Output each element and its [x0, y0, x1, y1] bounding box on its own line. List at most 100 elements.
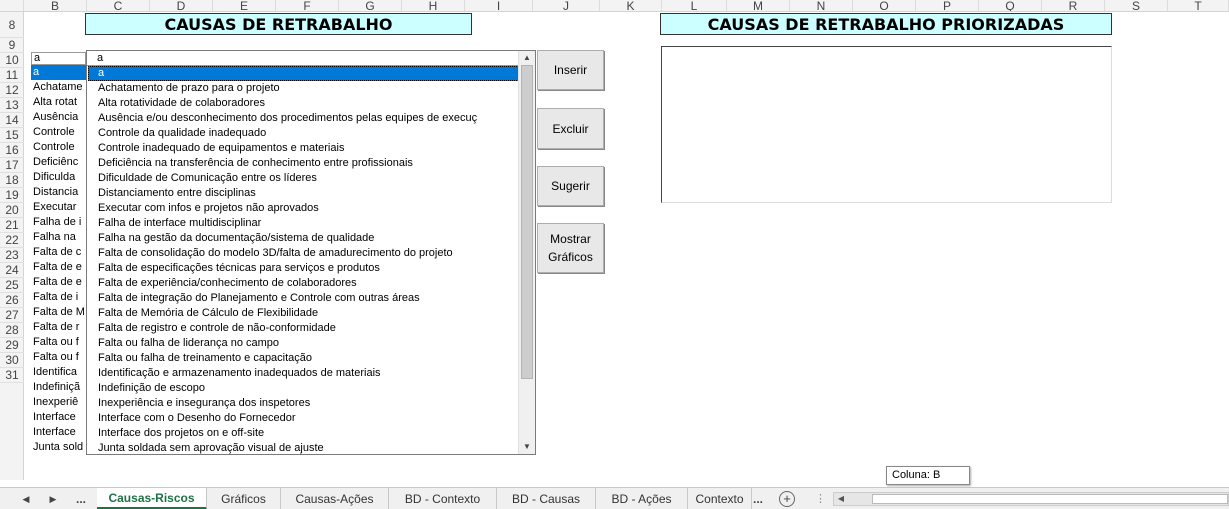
listbox-item[interactable]: Achatamento de prazo para o projeto: [88, 81, 519, 96]
column-b-cell[interactable]: Distancia: [31, 185, 86, 200]
listbox-item[interactable]: Interface dos projetos on e off-site: [88, 426, 519, 441]
listbox-item[interactable]: Identificação e armazenamento inadequado…: [88, 366, 519, 381]
select-all-corner[interactable]: [0, 0, 24, 11]
row-header-11[interactable]: 11: [0, 68, 24, 83]
prioritized-listbox[interactable]: [661, 46, 1112, 203]
listbox-item[interactable]: Falta de especificações técnicas para se…: [88, 261, 519, 276]
listbox-item[interactable]: Controle da qualidade inadequado: [88, 126, 519, 141]
column-header-g[interactable]: G: [339, 0, 402, 11]
inserir-button[interactable]: Inserir: [537, 50, 604, 90]
column-header-c[interactable]: C: [87, 0, 150, 11]
column-header-b[interactable]: B: [24, 0, 87, 11]
listbox-item[interactable]: Executar com infos e projetos não aprova…: [88, 201, 519, 216]
next-sheet-icon[interactable]: ▶: [46, 491, 60, 507]
row-header-14[interactable]: 14: [0, 113, 24, 128]
column-b-cell[interactable]: Interface: [31, 410, 86, 425]
column-b-cell[interactable]: Achatame: [31, 80, 86, 95]
column-header-d[interactable]: D: [150, 0, 213, 11]
column-b-cell[interactable]: Indefiniçã: [31, 380, 86, 395]
listbox-scrollbar[interactable]: ▲ ▼: [518, 51, 535, 454]
listbox-item[interactable]: Dificuldade de Comunicação entre os líde…: [88, 171, 519, 186]
column-header-s[interactable]: S: [1105, 0, 1168, 11]
column-b-header[interactable]: a: [31, 52, 86, 65]
row-header-13[interactable]: 13: [0, 98, 24, 113]
column-b-cell[interactable]: Deficiênc: [31, 155, 86, 170]
sheet-tab-gr-ficos[interactable]: Gráficos: [207, 488, 281, 509]
column-b-cell[interactable]: Falta de e: [31, 275, 86, 290]
row-header-20[interactable]: 20: [0, 203, 24, 218]
column-b-cell[interactable]: Falta ou f: [31, 335, 86, 350]
row-header-28[interactable]: 28: [0, 323, 24, 338]
column-b-cell[interactable]: Junta sold: [31, 440, 86, 455]
column-header-k[interactable]: K: [600, 0, 662, 11]
listbox-item[interactable]: Alta rotatividade de colaboradores: [88, 96, 519, 111]
column-b-cell[interactable]: Falta de i: [31, 290, 86, 305]
column-b-cell[interactable]: Controle: [31, 125, 86, 140]
sheet-tab-bd-a-es[interactable]: BD - Ações: [596, 488, 688, 509]
prev-sheet-icon[interactable]: ◀: [19, 491, 33, 507]
causes-listbox[interactable]: a a Achatamento de prazo para o projeto Al…: [86, 50, 536, 455]
listbox-item[interactable]: Distanciamento entre disciplinas: [88, 186, 519, 201]
column-b-cell[interactable]: Falta de e: [31, 260, 86, 275]
listbox-item[interactable]: Falta ou falha de treinamento e capacita…: [88, 351, 519, 366]
row-header-19[interactable]: 19: [0, 188, 24, 203]
column-header-m[interactable]: M: [727, 0, 790, 11]
row-header-23[interactable]: 23: [0, 248, 24, 263]
row-header-16[interactable]: 16: [0, 143, 24, 158]
column-header-t[interactable]: T: [1168, 0, 1229, 11]
row-header-30[interactable]: 30: [0, 353, 24, 368]
mostrar-graficos-button[interactable]: Mostrar Gráficos: [537, 223, 604, 273]
listbox-item[interactable]: Ausência e/ou desconhecimento dos proced…: [88, 111, 519, 126]
column-header-n[interactable]: N: [790, 0, 853, 11]
row-header-29[interactable]: 29: [0, 338, 24, 353]
column-b-cell[interactable]: a: [31, 65, 86, 80]
row-header-10[interactable]: 10: [0, 53, 24, 68]
listbox-item[interactable]: Deficiência na transferência de conhecim…: [88, 156, 519, 171]
column-b-cell[interactable]: Controle: [31, 140, 86, 155]
listbox-item[interactable]: Falta de consolidação do modelo 3D/falta…: [88, 246, 519, 261]
row-header-8[interactable]: 8: [0, 12, 24, 38]
sheet-tab-causas-riscos[interactable]: Causas-Riscos: [97, 488, 207, 509]
column-header-f[interactable]: F: [276, 0, 339, 11]
column-b-cell[interactable]: Falha de i: [31, 215, 86, 230]
listbox-item[interactable]: Falta de Memória de Cálculo de Flexibili…: [88, 306, 519, 321]
row-header-24[interactable]: 24: [0, 263, 24, 278]
column-b-cell[interactable]: Inexperiê: [31, 395, 86, 410]
column-b-cell[interactable]: Falta de M: [31, 305, 86, 320]
column-header-r[interactable]: R: [1042, 0, 1105, 11]
listbox-item[interactable]: Interface com o Desenho do Fornecedor: [88, 411, 519, 426]
column-header-o[interactable]: O: [853, 0, 916, 11]
sheet-tab-contexto[interactable]: Contexto: [688, 488, 752, 509]
row-header-9[interactable]: 9: [0, 38, 24, 53]
listbox-item[interactable]: Falta de experiência/conhecimento de col…: [88, 276, 519, 291]
row-header-15[interactable]: 15: [0, 128, 24, 143]
more-sheets-left[interactable]: ...: [74, 491, 88, 507]
listbox-item[interactable]: Falta ou falha de liderança no campo: [88, 336, 519, 351]
listbox-item[interactable]: a: [88, 66, 519, 81]
row-header-26[interactable]: 26: [0, 293, 24, 308]
sugerir-button[interactable]: Sugerir: [537, 166, 604, 206]
row-header-22[interactable]: 22: [0, 233, 24, 248]
listbox-item[interactable]: Falha de interface multidisciplinar: [88, 216, 519, 231]
listbox-item[interactable]: Inexperiência e insegurança dos inspetor…: [88, 396, 519, 411]
sheet-tab-bd-contexto[interactable]: BD - Contexto: [389, 488, 497, 509]
sheet-tab-bd-causas[interactable]: BD - Causas: [497, 488, 596, 509]
excluir-button[interactable]: Excluir: [537, 108, 604, 149]
listbox-item[interactable]: Falha na gestão da documentação/sistema …: [88, 231, 519, 246]
column-header-i[interactable]: I: [465, 0, 533, 11]
listbox-item[interactable]: Junta soldada sem aprovação visual de aj…: [88, 441, 519, 456]
column-b-cell[interactable]: Interface: [31, 425, 86, 440]
scroll-left-icon[interactable]: ◀: [836, 493, 846, 505]
column-b-cell[interactable]: Ausência: [31, 110, 86, 125]
sheet-tab-causas-a-es[interactable]: Causas-Ações: [281, 488, 389, 509]
column-b-cell[interactable]: Falta de r: [31, 320, 86, 335]
column-header-p[interactable]: P: [916, 0, 979, 11]
column-b-cell[interactable]: Falta ou f: [31, 350, 86, 365]
horizontal-scrollbar[interactable]: ◀: [833, 492, 1229, 506]
column-b-cell[interactable]: Alta rotat: [31, 95, 86, 110]
column-header-j[interactable]: J: [533, 0, 600, 11]
column-header-h[interactable]: H: [402, 0, 465, 11]
listbox-item[interactable]: Falta de registro e controle de não-conf…: [88, 321, 519, 336]
horizontal-scroll-thumb[interactable]: [872, 494, 1228, 504]
column-b-cell[interactable]: Identifica: [31, 365, 86, 380]
